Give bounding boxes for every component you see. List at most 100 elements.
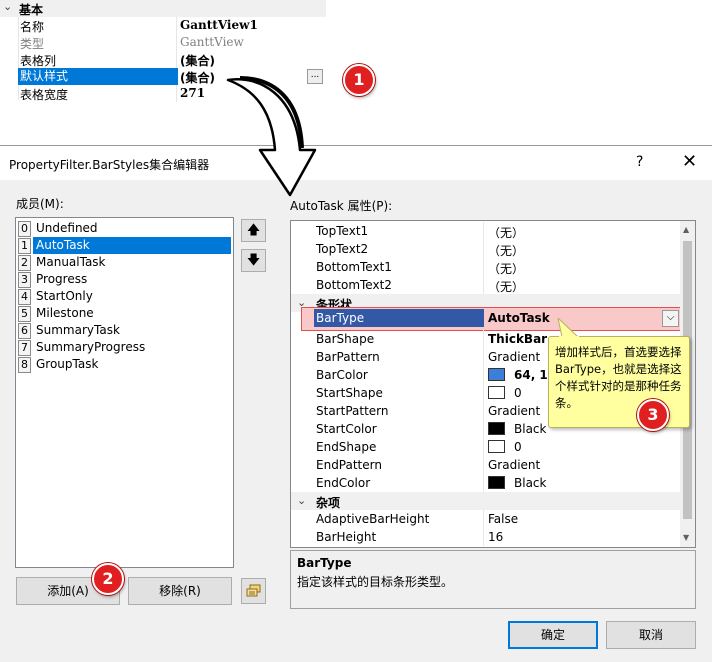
member-name: GroupTask — [36, 357, 99, 371]
callout-text: 增加样式后，首选要选择BarType，也就是选择这个样式针对的是那种任务条。 — [555, 345, 682, 410]
list-item[interactable]: 4 StartOnly — [16, 288, 233, 305]
list-item[interactable]: 3 Progress — [16, 271, 233, 288]
property-pages-button[interactable] — [241, 578, 266, 604]
member-name: Progress — [36, 272, 88, 286]
member-index: 7 — [18, 340, 31, 356]
member-name: StartOnly — [36, 289, 93, 303]
prop-key: BarPattern — [316, 350, 380, 364]
category-misc[interactable]: ⌄ 杂项 — [291, 492, 681, 510]
step-badge-2: 2 — [92, 563, 124, 595]
prop-row-bartype[interactable]: BarType AutoTask ⌵ — [291, 309, 681, 327]
list-item[interactable]: 5 Milestone — [16, 305, 233, 322]
prop-value-wrap: 64, 1 — [488, 368, 548, 382]
list-item[interactable]: 2 ManualTask — [16, 254, 233, 271]
title-bar: PropertyFilter.BarStyles集合编辑器 ? ✕ — [0, 146, 712, 180]
member-name: SummaryProgress — [36, 340, 146, 354]
member-index: 4 — [18, 289, 31, 305]
members-list[interactable]: 0 Undefined 1 AutoTask 2 ManualTask 3 Pr… — [15, 217, 234, 568]
member-name: ManualTask — [36, 255, 106, 269]
prop-value: （无） — [488, 262, 525, 276]
prop-value-wrap: 0 — [488, 386, 522, 400]
list-item[interactable]: 1 AutoTask — [16, 237, 233, 254]
scroll-up-icon[interactable]: ▲ — [683, 225, 689, 234]
color-swatch — [488, 368, 505, 381]
prop-value: GanttView1 — [180, 18, 258, 32]
move-up-button[interactable]: 🡅 — [241, 219, 266, 242]
prop-key: EndShape — [316, 440, 377, 454]
prop-value-wrap: 0 — [488, 440, 522, 454]
prop-value: Gradient — [488, 404, 541, 418]
pointer-arrow-icon — [226, 76, 317, 197]
prop-row[interactable]: TopText2 （无） — [291, 240, 681, 258]
member-index: 6 — [18, 323, 31, 339]
prop-value: 16 — [488, 530, 504, 544]
prop-row[interactable]: TopText1 （无） — [291, 222, 681, 240]
prop-row-name[interactable]: 名称 GanttView1 — [0, 17, 326, 34]
prop-key: TopText2 — [316, 242, 369, 256]
color-swatch — [488, 476, 505, 489]
help-button[interactable]: ? — [636, 154, 643, 170]
prop-value: （无） — [488, 280, 525, 294]
prop-value: 0 — [514, 386, 522, 400]
prop-key: TopText1 — [316, 224, 369, 238]
arrow-down-icon: 🡇 — [246, 253, 261, 268]
prop-value: ThickBar — [488, 332, 548, 346]
step-badge-1: 1 — [343, 64, 375, 96]
prop-row[interactable]: EndPattern Gradient — [291, 456, 681, 474]
close-button[interactable]: ✕ — [682, 151, 697, 172]
member-index: 8 — [18, 357, 31, 373]
prop-key: StartColor — [316, 422, 377, 436]
prop-row-columns[interactable]: 表格列 (集合) — [0, 51, 326, 68]
prop-key: BarColor — [316, 368, 368, 382]
prop-value-wrap: Black — [488, 422, 546, 436]
chevron-down-icon[interactable]: ⌄ — [3, 0, 12, 13]
prop-key: 表格宽度 — [20, 88, 69, 102]
member-name: Milestone — [36, 306, 94, 320]
prop-row-type[interactable]: 类型 GanttView — [0, 34, 326, 51]
prop-row[interactable]: BarHeight 16 — [291, 528, 681, 546]
prop-value: Black — [514, 476, 547, 490]
remove-button[interactable]: 移除(R) — [128, 577, 232, 605]
member-index: 1 — [18, 238, 31, 254]
prop-row[interactable]: EndColor Black — [291, 474, 681, 492]
prop-key: BarShape — [316, 332, 375, 346]
member-name: AutoTask — [33, 237, 231, 254]
shape-swatch — [488, 386, 505, 399]
prop-value: GanttView — [180, 35, 244, 49]
prop-value: False — [488, 512, 519, 526]
property-pages-icon — [246, 584, 260, 597]
prop-row[interactable]: BottomText1 （无） — [291, 258, 681, 276]
prop-key: StartShape — [316, 386, 383, 400]
prop-key: BarType — [314, 309, 484, 327]
prop-value: (集合) — [180, 71, 215, 85]
prop-key: EndColor — [316, 476, 371, 490]
prop-row[interactable]: BottomText2 （无） — [291, 276, 681, 294]
prop-key: 类型 — [20, 37, 45, 51]
prop-key: 表格列 — [20, 54, 57, 68]
chevron-down-icon[interactable]: ⌄ — [297, 494, 306, 507]
ok-button[interactable]: 确定 — [508, 621, 598, 649]
dropdown-chevron-icon[interactable]: ⌵ — [662, 310, 679, 327]
prop-row[interactable]: EndShape 0 — [291, 438, 681, 456]
prop-key: EndPattern — [316, 458, 382, 472]
prop-value: AutoTask — [488, 311, 550, 325]
list-item[interactable]: 7 SummaryProgress — [16, 339, 233, 356]
scroll-down-icon[interactable]: ▼ — [683, 533, 689, 542]
category-basic[interactable]: ⌄ 基本 — [0, 0, 326, 17]
cancel-button[interactable]: 取消 — [606, 621, 696, 649]
prop-row[interactable]: AdaptiveBarHeight False — [291, 510, 681, 528]
desc-text: 指定该样式的目标条形类型。 — [297, 575, 454, 589]
prop-key: StartPattern — [316, 404, 389, 418]
prop-key: BarHeight — [316, 530, 377, 544]
desc-title: BarType — [297, 556, 352, 570]
member-index: 2 — [18, 255, 31, 271]
prop-key: 名称 — [20, 20, 45, 34]
callout-pointer — [557, 318, 580, 338]
move-down-button[interactable]: 🡇 — [241, 249, 266, 272]
list-item[interactable]: 6 SummaryTask — [16, 322, 233, 339]
list-item[interactable]: 0 Undefined — [16, 220, 233, 237]
list-item[interactable]: 8 GroupTask — [16, 356, 233, 373]
color-swatch — [488, 422, 505, 435]
prop-value: 271 — [180, 86, 206, 100]
arrow-up-icon: 🡅 — [246, 223, 261, 238]
